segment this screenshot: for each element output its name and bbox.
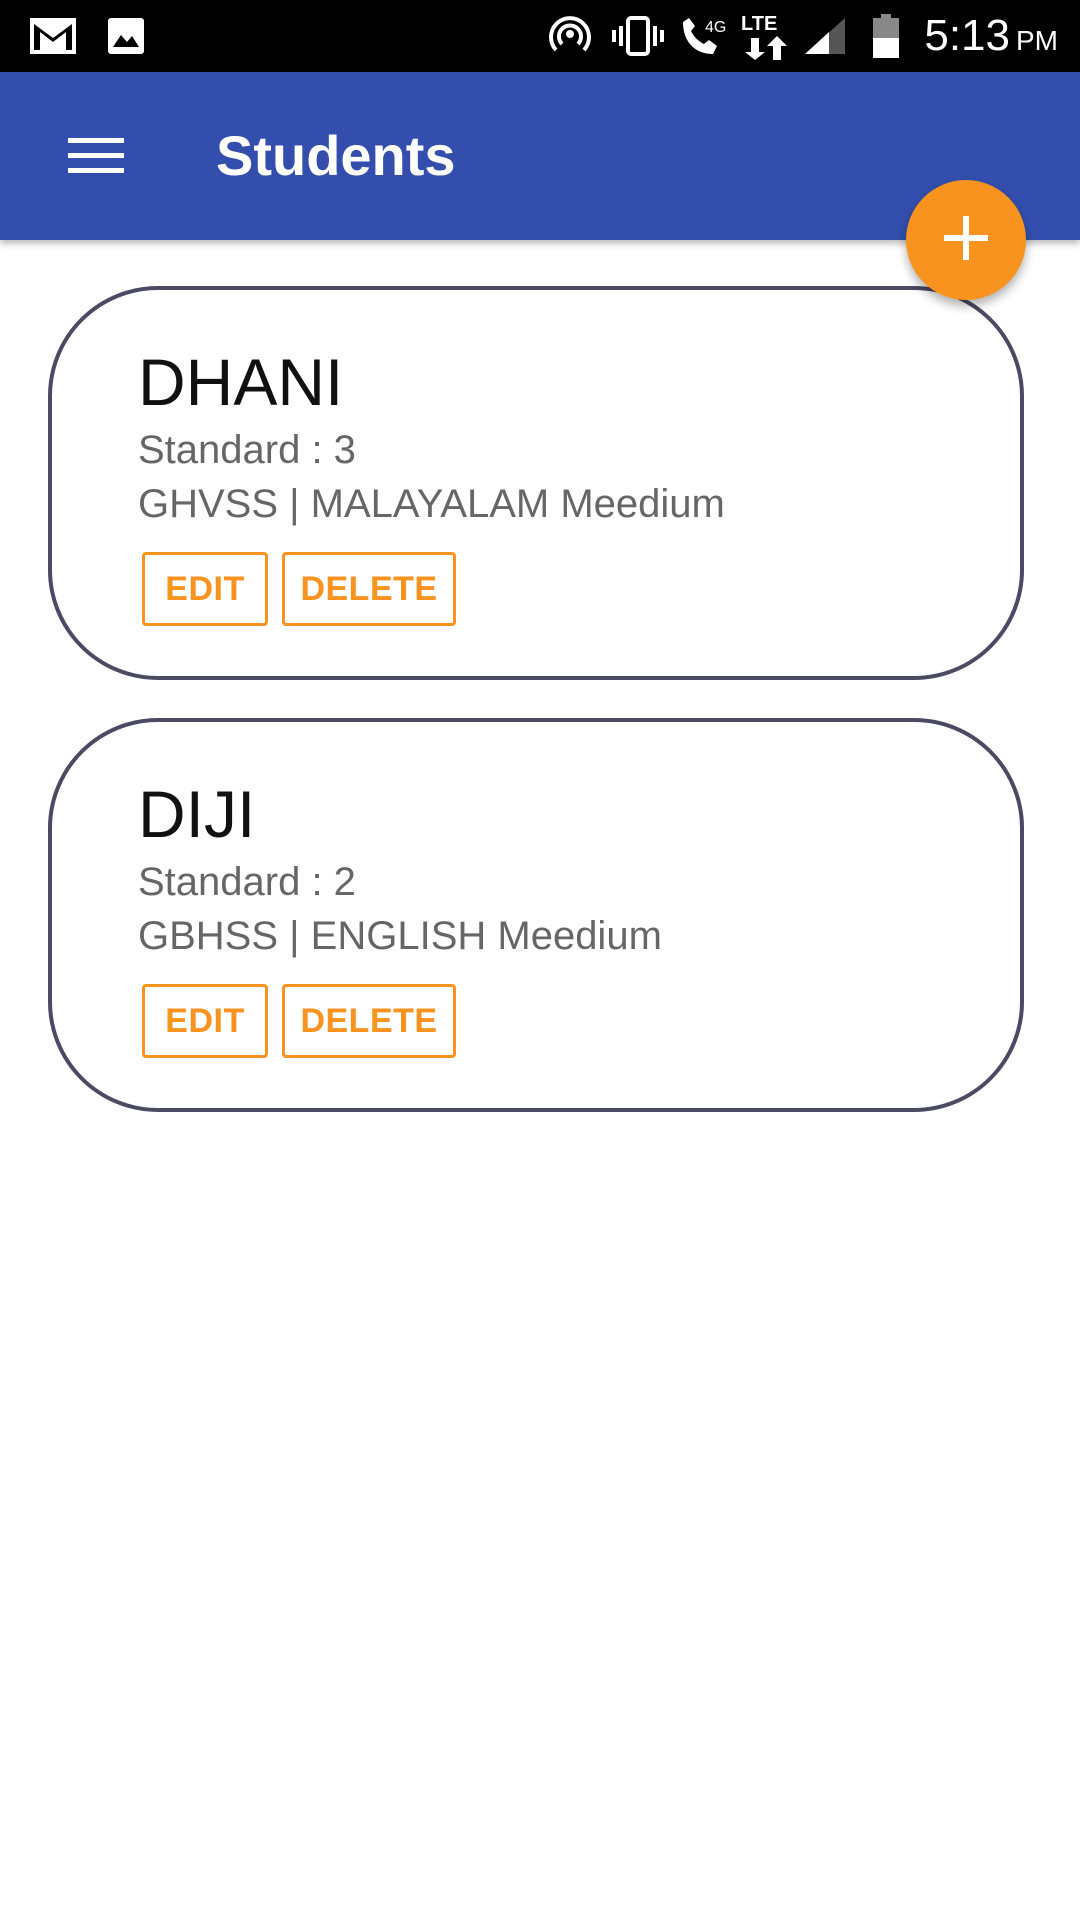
- status-time: 5:13 PM: [924, 8, 1058, 64]
- hamburger-menu-icon: [68, 136, 124, 181]
- delete-button[interactable]: DELETE: [282, 984, 456, 1058]
- battery-icon: [868, 14, 904, 58]
- student-name: DIJI: [138, 777, 256, 851]
- page-title: Students: [216, 124, 456, 187]
- student-card: DIJI Standard : 2 GBHSS | ENGLISH Meediu…: [48, 718, 1024, 1112]
- status-bar: 4G LTE 5:13 PM: [0, 0, 1080, 72]
- student-standard: Standard : 2: [138, 860, 356, 904]
- signal-icon: [802, 14, 848, 58]
- edit-button[interactable]: EDIT: [142, 552, 268, 626]
- lte-data-icon: LTE: [738, 13, 794, 60]
- image-icon: [104, 14, 148, 58]
- student-name: DHANI: [138, 345, 344, 419]
- menu-button[interactable]: [56, 128, 136, 188]
- ampm-text: PM: [1016, 25, 1058, 56]
- edit-button[interactable]: EDIT: [142, 984, 268, 1058]
- student-school: GBHSS | ENGLISH Meedium: [138, 914, 662, 958]
- student-card: DHANI Standard : 3 GHVSS | MALAYALAM Mee…: [48, 286, 1024, 680]
- delete-button[interactable]: DELETE: [282, 552, 456, 626]
- plus-icon: [941, 213, 991, 268]
- wifi-calling-icon: 4G: [676, 14, 738, 58]
- network-label: 4G: [705, 19, 726, 36]
- hotspot-icon: [546, 14, 594, 58]
- lte-label: LTE: [741, 13, 777, 35]
- student-standard: Standard : 3: [138, 428, 356, 472]
- student-school: GHVSS | MALAYALAM Meedium: [138, 482, 725, 526]
- gmail-icon: [26, 14, 80, 58]
- vibrate-icon: [610, 14, 666, 58]
- add-student-button[interactable]: [906, 180, 1026, 300]
- time-text: 5:13: [924, 11, 1010, 60]
